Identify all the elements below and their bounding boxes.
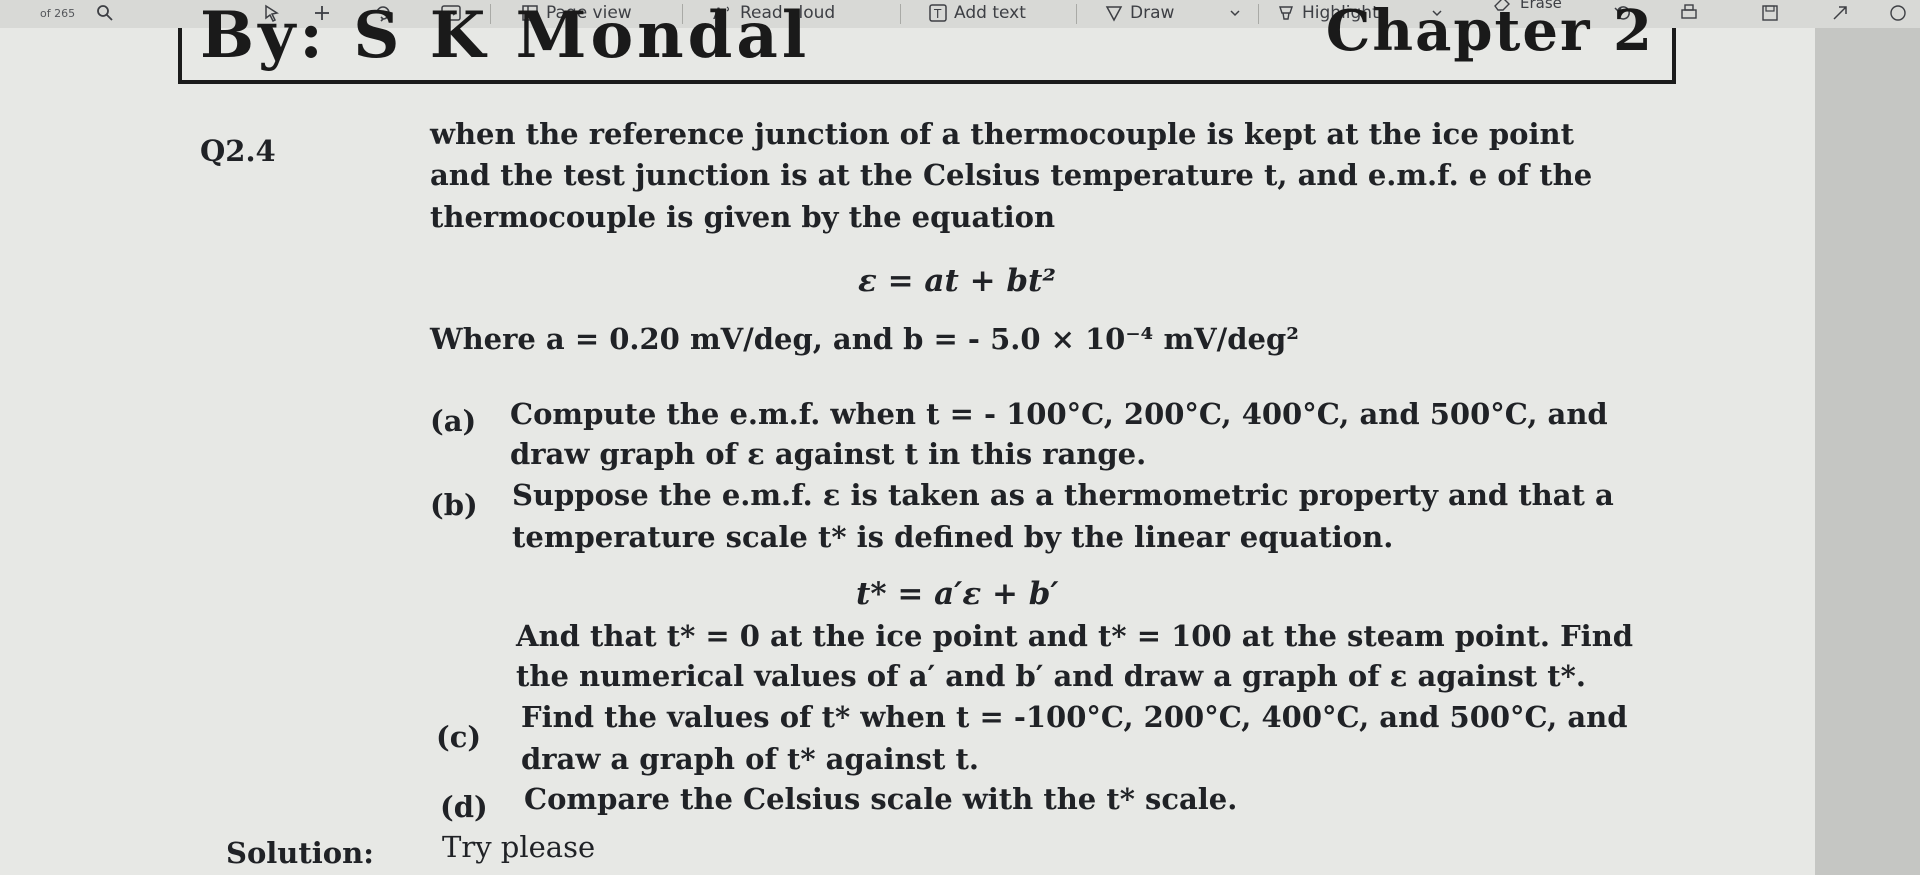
draw-button[interactable]: Draw <box>1104 0 1174 26</box>
part-a-label: (a) <box>430 404 477 438</box>
solution-label: Solution: <box>226 836 374 870</box>
save-icon <box>1762 5 1778 21</box>
viewer-background <box>1815 28 1920 875</box>
part-c-label: (c) <box>436 720 482 754</box>
page-count-label: of 265 <box>40 6 76 20</box>
header-author: By: S K Mondal <box>200 0 811 73</box>
header-chapter: Chapter 2 <box>1325 0 1654 64</box>
add-text-label: Add text <box>954 3 1026 23</box>
more-button[interactable] <box>1888 0 1908 26</box>
svg-text:T: T <box>933 7 942 21</box>
question-number: Q2.4 <box>200 134 276 168</box>
share-icon <box>1833 6 1847 20</box>
part-c-line-1: Find the values of t* when t = -100°C, 2… <box>521 700 1628 734</box>
part-b-line-1: Suppose the e.m.f. ε is taken as a therm… <box>512 478 1614 512</box>
part-a-line-2: draw graph of ε against t in this range. <box>510 437 1147 471</box>
part-c-line-2: draw a graph of t* against t. <box>521 742 979 776</box>
page-header-box: By: S K Mondal Chapter 2 <box>178 0 1676 84</box>
printer-icon <box>1681 4 1697 19</box>
toolbar-divider <box>1076 4 1077 24</box>
question-intro-line-3: thermocouple is given by the equation <box>430 200 1056 234</box>
draw-options-dropdown[interactable] <box>1228 0 1242 26</box>
question-intro-line-2: and the test junction is at the Celsius … <box>430 158 1593 192</box>
draw-label: Draw <box>1130 3 1175 23</box>
constants-line: Where a = 0.20 mV/deg, and b = - 5.0 × 1… <box>430 322 1299 356</box>
print-button[interactable] <box>1678 0 1700 26</box>
part-d-text: Compare the Celsius scale with the t* sc… <box>524 782 1238 816</box>
share-button[interactable] <box>1830 0 1850 26</box>
highlighter-icon <box>1279 6 1293 20</box>
page-count: of 265 <box>40 0 75 26</box>
chevron-down-icon <box>1230 10 1240 17</box>
save-button[interactable] <box>1760 0 1780 26</box>
part-b-label: (b) <box>430 488 478 522</box>
search-icon <box>97 5 113 21</box>
part-b-line-2: temperature scale t* is defined by the l… <box>512 520 1394 554</box>
toolbar-divider <box>900 4 901 24</box>
pen-icon <box>1105 6 1123 22</box>
question-intro-line-1: when the reference junction of a thermoc… <box>430 117 1574 151</box>
toolbar-divider <box>1258 4 1259 24</box>
main-equation: ε = at + bt² <box>858 263 1056 299</box>
part-a-line-1: Compute the e.m.f. when t = - 100°C, 200… <box>510 397 1608 431</box>
part-b-cont-line-1: And that t* = 0 at the ice point and t* … <box>516 619 1634 653</box>
search-button[interactable] <box>96 0 114 26</box>
add-text-icon: T <box>929 4 947 22</box>
solution-text: Try please <box>442 830 596 864</box>
add-text-button[interactable]: T Add text <box>928 0 1026 26</box>
more-icon <box>1890 5 1906 21</box>
part-d-label: (d) <box>440 790 488 824</box>
part-b-cont-line-2: the numerical values of a′ and b′ and dr… <box>516 659 1586 693</box>
scale-equation: t* = a′ε + b′ <box>856 576 1059 612</box>
